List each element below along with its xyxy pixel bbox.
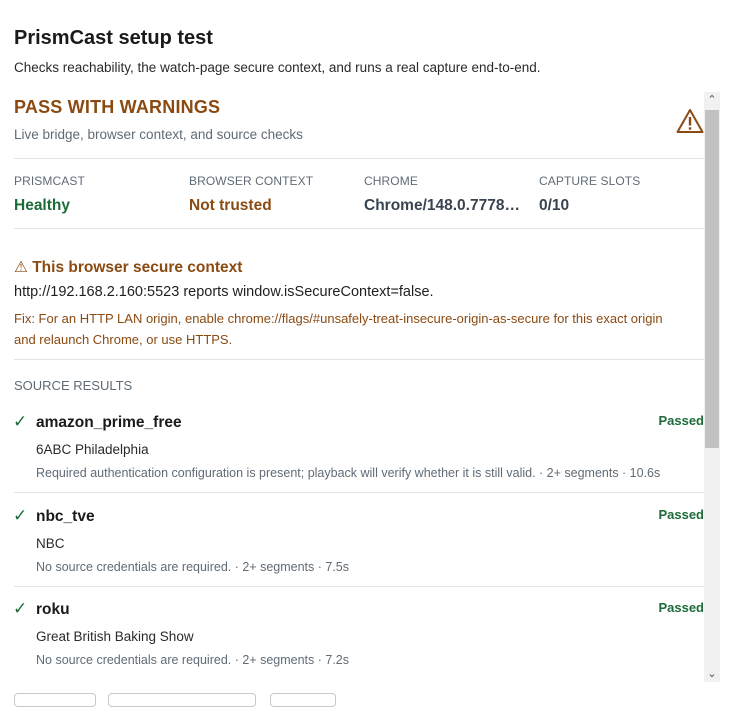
source-detail: No source credentials are required. · 2+… [36, 653, 350, 667]
metric-browser-context: BROWSER CONTEXT Not trusted [189, 174, 349, 215]
source-result-row: ✓ roku Great British Baking Show No sour… [0, 599, 704, 679]
source-result-row: ✓ nbc_tve NBC No source credentials are … [0, 506, 704, 586]
dialog-subtitle: Checks reachability, the watch-page secu… [14, 60, 541, 75]
metric-value: Healthy [14, 197, 70, 214]
metric-chrome: CHROME Chrome/148.0.7778.… [364, 174, 524, 215]
footer-button[interactable] [14, 693, 96, 707]
metric-label: CAPTURE SLOTS [539, 174, 641, 188]
metric-value: 0/10 [539, 197, 570, 214]
divider [14, 359, 704, 360]
setup-test-dialog: PrismCast setup test Checks reachability… [0, 0, 737, 707]
metric-capture-slots: CAPTURE SLOTS 0/10 [539, 174, 689, 215]
source-channel: 6ABC Philadelphia [36, 442, 149, 457]
metric-value: Chrome/148.0.7778.… [364, 197, 524, 214]
overall-status-subtitle: Live bridge, browser context, and source… [14, 127, 303, 142]
source-status-badge: Passed [658, 507, 704, 522]
results-scroll-area[interactable]: PASS WITH WARNINGS Live bridge, browser … [0, 92, 704, 682]
alert-title-text: This browser secure context [32, 259, 243, 276]
scrollbar-thumb[interactable] [705, 110, 719, 448]
footer-button[interactable] [108, 693, 256, 707]
source-name: roku [36, 601, 70, 618]
source-channel: Great British Baking Show [36, 629, 194, 644]
source-detail: Required authentication configuration is… [36, 466, 661, 480]
metric-label: BROWSER CONTEXT [189, 174, 314, 188]
warning-icon [676, 109, 704, 133]
divider [14, 228, 704, 229]
overall-status-title: PASS WITH WARNINGS [14, 97, 221, 117]
metric-label: PRISMCAST [14, 174, 85, 188]
warning-icon: ⚠ [14, 259, 28, 276]
metric-value: Not trusted [189, 197, 272, 214]
dialog-title: PrismCast setup test [14, 27, 213, 49]
vertical-scrollbar[interactable]: ⌃ ⌄ [704, 92, 720, 682]
divider [14, 492, 704, 493]
source-channel: NBC [36, 536, 65, 551]
metric-label: CHROME [364, 174, 418, 188]
divider [14, 586, 704, 587]
metric-prismcast: PRISMCAST Healthy [14, 174, 174, 215]
scroll-up-arrow-icon[interactable]: ⌃ [704, 92, 720, 108]
scroll-down-arrow-icon[interactable]: ⌄ [704, 666, 720, 682]
checkmark-icon: ✓ [13, 599, 28, 618]
source-detail: No source credentials are required. · 2+… [36, 560, 350, 574]
checkmark-icon: ✓ [13, 506, 28, 525]
secure-context-fix-text: Fix: For an HTTP LAN origin, enable chro… [14, 311, 663, 347]
source-result-row: ✓ amazon_prime_free 6ABC Philadelphia Re… [0, 412, 704, 492]
footer-button[interactable] [270, 693, 336, 707]
source-results-label: SOURCE RESULTS [14, 378, 133, 393]
source-name: amazon_prime_free [36, 414, 182, 431]
secure-context-alert-title: ⚠ This browser secure context [14, 258, 242, 277]
secure-context-alert-message: http://192.168.2.160:5523 reports window… [14, 284, 434, 300]
source-name: nbc_tve [36, 508, 95, 525]
source-status-badge: Passed [658, 413, 704, 428]
source-status-badge: Passed [658, 600, 704, 615]
divider [14, 158, 704, 159]
checkmark-icon: ✓ [13, 412, 28, 431]
